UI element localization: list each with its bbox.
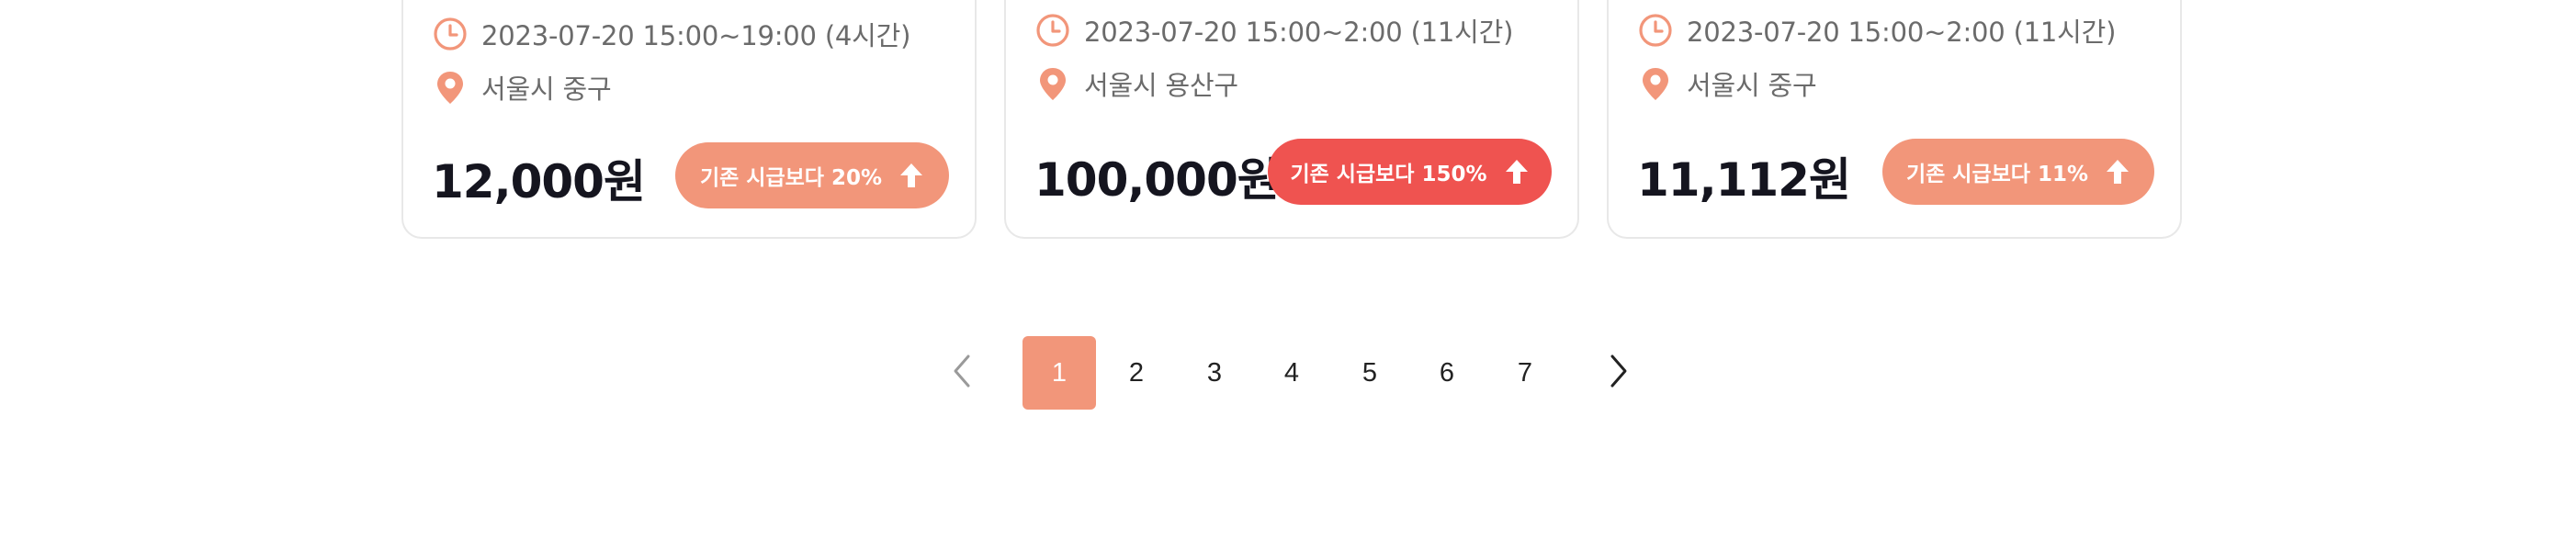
job-card[interactable]: 2023-07-20 15:00~19:00 (4시간) 서울시 중구 12,0… <box>401 0 977 239</box>
job-card-list: 2023-07-20 15:00~19:00 (4시간) 서울시 중구 12,0… <box>401 0 2186 241</box>
chevron-left-icon <box>951 353 973 393</box>
job-time-row: 2023-07-20 15:00~2:00 (11시간) <box>1637 11 2116 50</box>
job-price: 12,000원 <box>432 155 646 208</box>
wage-increase-label: 기존 시급보다 20% <box>699 166 883 190</box>
job-list-page: 2023-07-20 15:00~19:00 (4시간) 서울시 중구 12,0… <box>0 0 2576 540</box>
arrow-up-icon <box>1504 158 1530 186</box>
pagination: 1 2 3 4 5 6 7 <box>0 336 2576 410</box>
job-location-row: 서울시 중구 <box>1637 64 1817 103</box>
job-location: 서울시 용산구 <box>1084 70 1238 101</box>
page-button-6[interactable]: 6 <box>1410 336 1484 410</box>
page-button-1[interactable]: 1 <box>1022 336 1096 410</box>
job-location-row: 서울시 용산구 <box>1034 64 1238 103</box>
wage-increase-label: 기존 시급보다 150% <box>1290 163 1487 186</box>
page-button-4[interactable]: 4 <box>1255 336 1328 410</box>
job-location: 서울시 중구 <box>1687 70 1817 101</box>
clock-icon <box>1034 12 1071 49</box>
job-time: 2023-07-20 15:00~2:00 (11시간) <box>1687 17 2117 48</box>
job-time: 2023-07-20 15:00~2:00 (11시간) <box>1084 17 1514 48</box>
page-button-2[interactable]: 2 <box>1100 336 1173 410</box>
arrow-up-icon <box>898 162 924 189</box>
map-pin-icon <box>432 69 469 106</box>
page-button-7[interactable]: 7 <box>1488 336 1562 410</box>
wage-increase-badge: 기존 시급보다 11% <box>1882 139 2154 205</box>
job-price: 11,112원 <box>1637 153 1851 207</box>
map-pin-icon <box>1637 65 1674 102</box>
job-time: 2023-07-20 15:00~19:00 (4시간) <box>481 20 911 51</box>
arrow-up-icon <box>2105 158 2130 186</box>
job-location: 서울시 중구 <box>481 73 612 105</box>
job-location-row: 서울시 중구 <box>432 68 612 107</box>
job-price: 100,000원 <box>1034 153 1280 207</box>
job-card[interactable]: 2023-07-20 15:00~2:00 (11시간) 서울시 용산구 100… <box>1004 0 1579 239</box>
job-time-row: 2023-07-20 15:00~19:00 (4시간) <box>432 15 910 53</box>
wage-increase-badge: 기존 시급보다 150% <box>1268 139 1552 205</box>
page-button-5[interactable]: 5 <box>1333 336 1407 410</box>
wage-increase-label: 기존 시급보다 11% <box>1905 163 2089 186</box>
job-time-row: 2023-07-20 15:00~2:00 (11시간) <box>1034 11 1513 50</box>
job-card[interactable]: 2023-07-20 15:00~2:00 (11시간) 서울시 중구 11,1… <box>1607 0 2182 239</box>
prev-page-button[interactable] <box>943 345 980 400</box>
wage-increase-badge: 기존 시급보다 20% <box>675 142 949 208</box>
clock-icon <box>432 16 469 52</box>
page-button-3[interactable]: 3 <box>1178 336 1251 410</box>
map-pin-icon <box>1034 65 1071 102</box>
clock-icon <box>1637 12 1674 49</box>
chevron-right-icon <box>1608 353 1630 393</box>
next-page-button[interactable] <box>1600 345 1637 400</box>
